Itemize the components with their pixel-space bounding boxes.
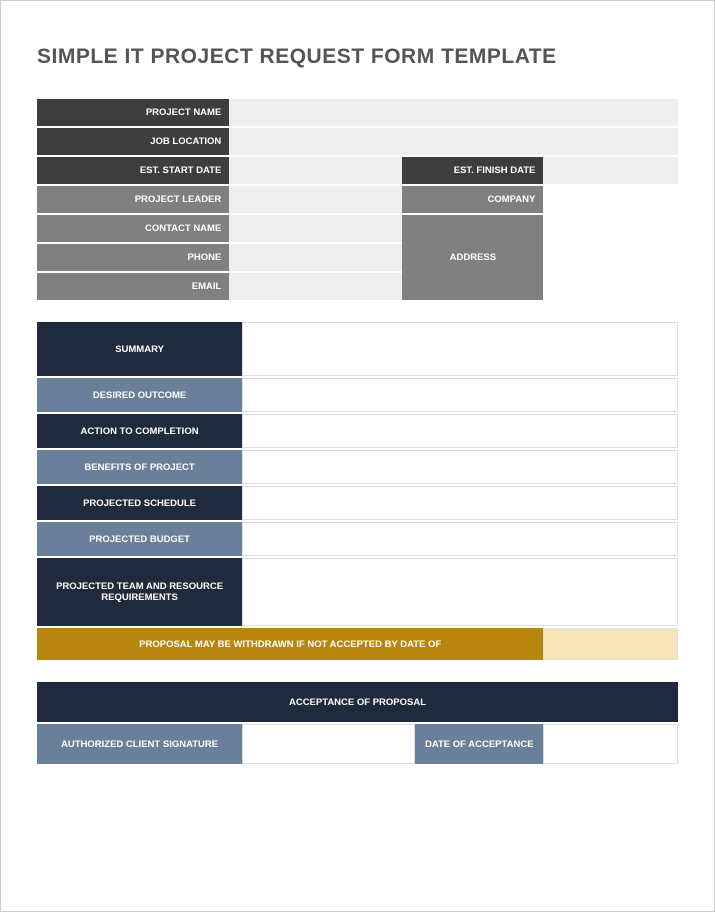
budget-field[interactable] (242, 522, 678, 556)
phone-field[interactable] (229, 244, 402, 271)
desired-outcome-field[interactable] (242, 378, 678, 412)
project-name-field[interactable] (229, 99, 678, 126)
action-label: ACTION TO COMPLETION (37, 414, 242, 448)
action-field[interactable] (242, 414, 678, 448)
job-location-field[interactable] (229, 128, 678, 155)
summary-field[interactable] (242, 322, 678, 376)
company-label: COMPANY (402, 186, 543, 213)
schedule-field[interactable] (242, 486, 678, 520)
project-leader-field[interactable] (229, 186, 402, 213)
signature-field[interactable] (242, 724, 415, 764)
email-label: EMAIL (37, 273, 229, 300)
acceptance-date-field[interactable] (543, 724, 678, 764)
desired-outcome-label: DESIRED OUTCOME (37, 378, 242, 412)
est-start-field[interactable] (229, 157, 402, 184)
est-finish-field[interactable] (543, 157, 678, 184)
acceptance-date-label: DATE OF ACCEPTANCE (415, 724, 543, 764)
project-leader-label: PROJECT LEADER (37, 186, 229, 213)
page-title: SIMPLE IT PROJECT REQUEST FORM TEMPLATE (37, 45, 678, 69)
benefits-label: BENEFITS OF PROJECT (37, 450, 242, 484)
company-field[interactable] (543, 186, 678, 213)
address-field[interactable] (543, 215, 678, 300)
acceptance-header: ACCEPTANCE OF PROPOSAL (37, 682, 678, 722)
summary-label: SUMMARY (37, 322, 242, 376)
contact-name-label: CONTACT NAME (37, 215, 229, 242)
team-field[interactable] (242, 558, 678, 626)
withdraw-label: PROPOSAL MAY BE WITHDRAWN IF NOT ACCEPTE… (37, 628, 543, 660)
acceptance-section: ACCEPTANCE OF PROPOSAL AUTHORIZED CLIENT… (37, 680, 678, 766)
benefits-field[interactable] (242, 450, 678, 484)
schedule-label: PROJECTED SCHEDULE (37, 486, 242, 520)
est-start-label: EST. START DATE (37, 157, 229, 184)
project-info-section: PROJECT NAME JOB LOCATION EST. START DAT… (37, 97, 678, 302)
est-finish-label: EST. FINISH DATE (402, 157, 543, 184)
address-label: ADDRESS (402, 215, 543, 300)
project-info-table: PROJECT NAME JOB LOCATION EST. START DAT… (37, 97, 678, 302)
phone-label: PHONE (37, 244, 229, 271)
team-label: PROJECTED TEAM AND RESOURCE REQUIREMENTS (37, 558, 242, 626)
project-name-label: PROJECT NAME (37, 99, 229, 126)
acceptance-table: ACCEPTANCE OF PROPOSAL AUTHORIZED CLIENT… (37, 680, 678, 766)
project-details-section: SUMMARY DESIRED OUTCOME ACTION TO COMPLE… (37, 320, 678, 662)
withdraw-date-field[interactable] (543, 628, 678, 660)
signature-label: AUTHORIZED CLIENT SIGNATURE (37, 724, 242, 764)
budget-label: PROJECTED BUDGET (37, 522, 242, 556)
email-field[interactable] (229, 273, 402, 300)
project-details-table: SUMMARY DESIRED OUTCOME ACTION TO COMPLE… (37, 320, 678, 662)
job-location-label: JOB LOCATION (37, 128, 229, 155)
contact-name-field[interactable] (229, 215, 402, 242)
